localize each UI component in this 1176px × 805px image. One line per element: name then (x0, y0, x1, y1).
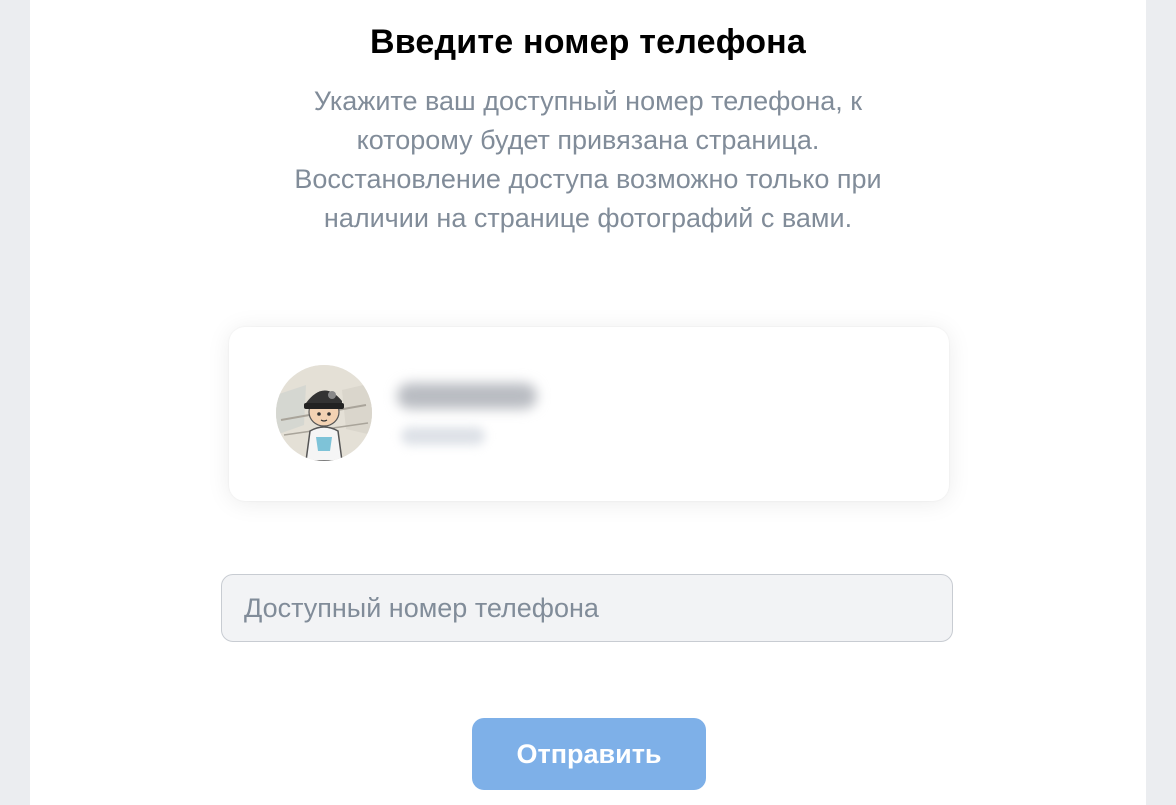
phone-input[interactable] (221, 574, 953, 642)
page-description: Укажите ваш доступный номер телефона, к … (294, 86, 882, 233)
profile-name-blurred (397, 383, 537, 409)
avatar (276, 365, 372, 461)
send-button[interactable]: Отправить (472, 718, 706, 790)
page-title: Введите номер телефона (369, 23, 807, 61)
content-panel: Введите номер телефона Укажите ваш досту… (30, 0, 1146, 805)
profile-subtitle-blurred (401, 427, 485, 445)
user-avatar-cartoon-icon (276, 365, 372, 461)
profile-card (229, 327, 949, 501)
